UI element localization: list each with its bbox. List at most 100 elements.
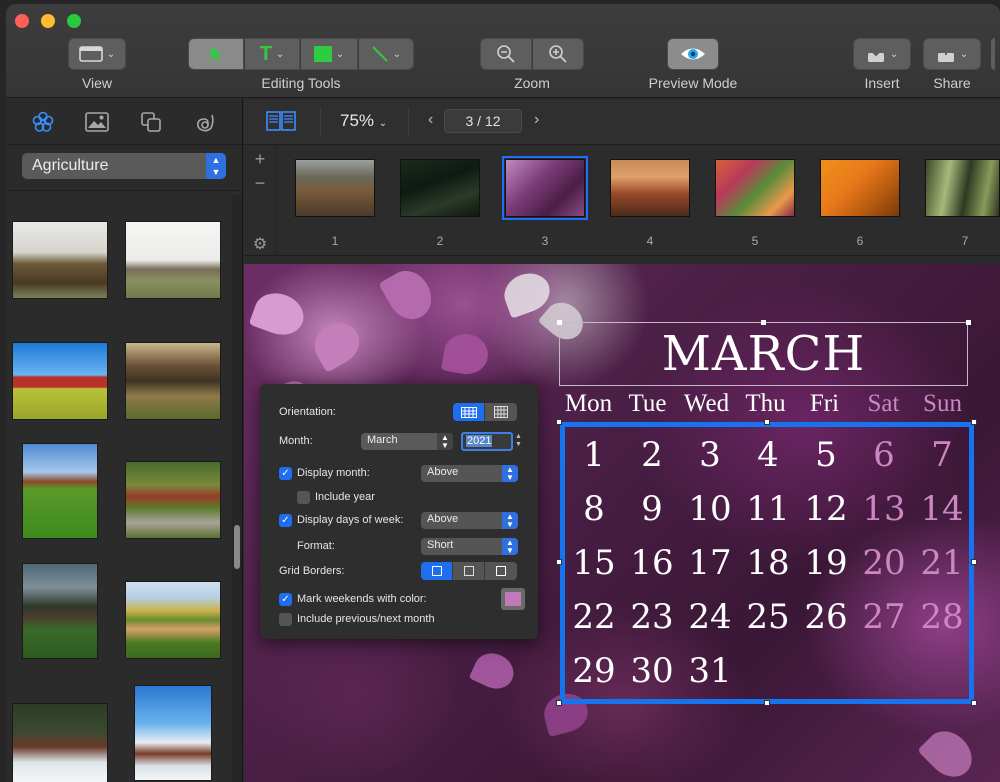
calendar-day-weekend[interactable]: 27 xyxy=(855,593,913,641)
display-days-checkbox[interactable]: ✓ xyxy=(279,514,292,527)
weekend-color-well[interactable] xyxy=(501,588,525,610)
page-indicator-field[interactable]: 3 / 12 xyxy=(444,109,522,133)
media-thumbnail[interactable] xyxy=(12,221,108,299)
select-tool-button[interactable] xyxy=(188,38,244,70)
mark-weekends-checkbox[interactable]: ✓ xyxy=(279,593,292,606)
insert-button[interactable]: ⌄ xyxy=(853,38,911,70)
calendar-day[interactable]: 15 xyxy=(565,539,623,587)
category-select[interactable]: Agriculture ▲ ▼ xyxy=(22,153,226,179)
slide-thumbnail[interactable] xyxy=(295,159,375,217)
calendar-day[interactable]: 1 xyxy=(565,431,623,479)
shape-tool-button[interactable]: ⌄ xyxy=(300,38,358,70)
calendar-day[interactable]: 5 xyxy=(797,431,855,479)
calendar-day[interactable]: 8 xyxy=(565,485,623,533)
calendar-day[interactable]: 29 xyxy=(565,647,623,695)
grid-borders-none-option[interactable] xyxy=(485,562,517,580)
media-thumbnail[interactable] xyxy=(125,461,221,539)
tab-flower[interactable] xyxy=(28,107,58,137)
calendar-day[interactable]: 16 xyxy=(623,539,681,587)
zoom-in-button[interactable] xyxy=(532,38,584,70)
calendar-day[interactable]: 2 xyxy=(623,431,681,479)
calendar-day-weekend[interactable]: 21 xyxy=(913,539,971,587)
calendar-day-weekend[interactable]: 14 xyxy=(913,485,971,533)
slide-thumbnail[interactable] xyxy=(400,159,480,217)
previous-page-button[interactable]: ‹ xyxy=(428,111,433,129)
book-view-button[interactable] xyxy=(266,111,296,136)
resize-handle[interactable] xyxy=(556,700,562,706)
resize-handle[interactable] xyxy=(971,419,977,425)
calendar-day[interactable]: 24 xyxy=(681,593,739,641)
calendar-day[interactable]: 19 xyxy=(797,539,855,587)
grid-borders-all-option[interactable] xyxy=(421,562,453,580)
remove-page-button[interactable]: − xyxy=(251,174,269,192)
close-window-button[interactable] xyxy=(15,14,29,28)
media-thumbnail[interactable] xyxy=(125,342,221,420)
resize-handle[interactable] xyxy=(761,320,766,325)
media-thumbnail[interactable] xyxy=(12,342,108,420)
calendar-day[interactable]: 9 xyxy=(623,485,681,533)
tab-images[interactable] xyxy=(82,107,112,137)
calendar-title-box[interactable]: MARCH xyxy=(559,322,968,386)
calendar-day[interactable]: 17 xyxy=(681,539,739,587)
media-scrollbar-thumb[interactable] xyxy=(234,525,240,569)
calendar-day-weekend[interactable]: 13 xyxy=(855,485,913,533)
share-button[interactable]: ⌄ xyxy=(923,38,981,70)
month-select[interactable]: March ▲ ▼ xyxy=(361,433,453,450)
slide-thumbnail-selected[interactable] xyxy=(502,156,588,220)
media-thumbnail[interactable] xyxy=(125,221,221,299)
media-scrollbar[interactable] xyxy=(232,195,242,782)
include-year-checkbox[interactable] xyxy=(297,491,310,504)
display-month-checkbox[interactable]: ✓ xyxy=(279,467,292,480)
slide-thumbnail[interactable] xyxy=(610,159,690,217)
text-tool-button[interactable]: T ⌄ xyxy=(244,38,300,70)
orientation-vertical-option[interactable] xyxy=(485,403,517,421)
media-thumbnail[interactable] xyxy=(134,685,212,781)
minimize-window-button[interactable] xyxy=(41,14,55,28)
calendar-day-weekend[interactable]: 6 xyxy=(855,431,913,479)
resize-handle[interactable] xyxy=(556,419,562,425)
calendar-day-weekend[interactable]: 28 xyxy=(913,593,971,641)
zoom-window-button[interactable] xyxy=(67,14,81,28)
tab-shapes[interactable] xyxy=(136,107,166,137)
include-prev-next-checkbox[interactable] xyxy=(279,613,292,626)
add-page-button[interactable]: + xyxy=(251,150,269,168)
year-input[interactable]: 2021 xyxy=(461,432,513,451)
year-stepper[interactable]: ▲ ▼ xyxy=(515,433,524,450)
calendar-day[interactable]: 23 xyxy=(623,593,681,641)
format-select[interactable]: Short ▲ ▼ xyxy=(421,538,518,555)
calendar-day[interactable]: 25 xyxy=(739,593,797,641)
orientation-horizontal-option[interactable] xyxy=(453,403,485,421)
preview-mode-button[interactable] xyxy=(667,38,719,70)
calendar-day[interactable]: 26 xyxy=(797,593,855,641)
calendar-day[interactable]: 18 xyxy=(739,539,797,587)
calendar-day[interactable]: 11 xyxy=(739,485,797,533)
resize-handle[interactable] xyxy=(556,559,562,565)
calendar-grid-selected[interactable]: 1 2 3 4 5 6 7 8 9 10 11 12 13 14 15 16 1… xyxy=(560,422,974,704)
slide-thumbnail[interactable] xyxy=(925,159,1000,217)
calendar-day-weekend[interactable]: 7 xyxy=(913,431,971,479)
next-page-button[interactable]: › xyxy=(534,111,539,129)
display-month-select[interactable]: Above ▲ ▼ xyxy=(421,465,518,482)
calendar-day[interactable]: 31 xyxy=(681,647,739,695)
calendar-day-weekend[interactable]: 20 xyxy=(855,539,913,587)
slide-thumbnail[interactable] xyxy=(820,159,900,217)
resize-handle[interactable] xyxy=(971,700,977,706)
zoom-level-select[interactable]: 75% ⌄ xyxy=(340,111,387,131)
resize-handle[interactable] xyxy=(764,700,770,706)
resize-handle[interactable] xyxy=(764,419,770,425)
media-thumbnail[interactable] xyxy=(22,443,98,539)
resize-handle[interactable] xyxy=(557,320,562,325)
zoom-out-button[interactable] xyxy=(480,38,532,70)
media-thumbnail[interactable] xyxy=(22,563,98,659)
calendar-day[interactable]: 4 xyxy=(739,431,797,479)
view-button[interactable]: ⌄ xyxy=(68,38,126,70)
calendar-day[interactable]: 10 xyxy=(681,485,739,533)
page-settings-button[interactable]: ⚙ xyxy=(251,236,269,254)
calendar-day[interactable]: 30 xyxy=(623,647,681,695)
media-thumbnail[interactable] xyxy=(125,581,221,659)
resize-handle[interactable] xyxy=(966,320,971,325)
grid-borders-inner-option[interactable] xyxy=(453,562,485,580)
calendar-day[interactable]: 22 xyxy=(565,593,623,641)
display-days-select[interactable]: Above ▲ ▼ xyxy=(421,512,518,529)
slide-thumbnail[interactable] xyxy=(715,159,795,217)
